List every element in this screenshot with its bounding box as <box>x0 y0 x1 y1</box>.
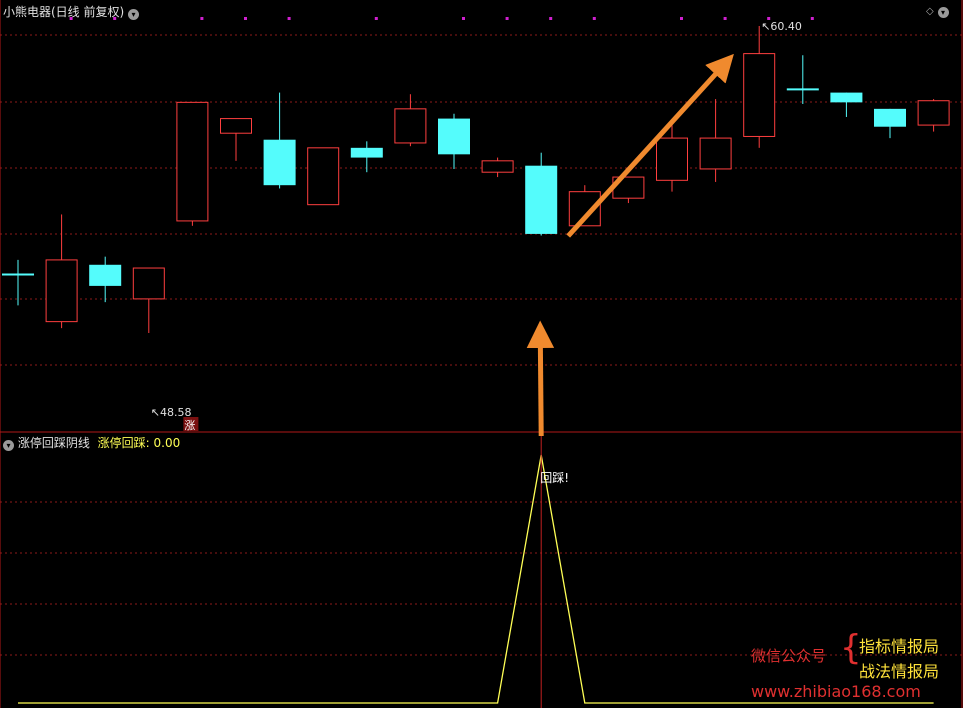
candle-body <box>874 108 906 127</box>
indicator-header: ▾ 涨停回踩阴线 涨停回踩: 0.00 <box>3 434 180 451</box>
candles[interactable] <box>2 26 950 334</box>
candle <box>220 118 252 161</box>
candle <box>917 99 950 132</box>
candle-body <box>917 100 950 126</box>
candle <box>307 147 340 206</box>
candle <box>263 92 296 189</box>
candle-body <box>656 137 688 181</box>
candle-body <box>263 139 296 186</box>
indicator-value: 0.00 <box>153 436 181 450</box>
limit-up-marker: 涨 <box>184 419 195 432</box>
chevron-down-icon[interactable]: ▾ <box>937 7 949 18</box>
candle <box>89 256 122 303</box>
candle-body <box>45 259 78 323</box>
up-arrow <box>526 320 555 437</box>
candle <box>786 55 819 104</box>
event-dot <box>374 17 378 20</box>
event-dot <box>200 17 204 20</box>
event-dot <box>244 17 247 20</box>
candle-body <box>394 108 427 144</box>
candle <box>438 113 470 169</box>
candle <box>132 267 165 334</box>
watermark-name-2: 战法情报局 <box>859 662 940 681</box>
candle-body <box>132 267 165 300</box>
chevron-down-icon[interactable]: ▾ <box>3 440 14 451</box>
candle-body <box>699 137 732 170</box>
chevron-down-icon[interactable]: ▾ <box>128 9 140 20</box>
kline-chart[interactable]: 回踩! ↖60.40↖48.58涨 <box>0 0 963 708</box>
event-dot <box>810 17 814 20</box>
indicator-value-label: 涨停回踩: <box>97 436 150 450</box>
candle-body <box>743 53 776 137</box>
indicator-name: 涨停回踩阴线 <box>17 436 90 450</box>
candle <box>699 99 732 182</box>
event-dot <box>505 17 509 20</box>
candle-body <box>307 147 340 206</box>
candle-body <box>176 101 209 222</box>
chart-header: 小熊电器(日线 前复权) ▾ <box>3 3 140 20</box>
candle-body <box>830 92 863 103</box>
candle <box>45 214 78 329</box>
annotation-arrows <box>526 53 734 437</box>
event-dot <box>592 17 596 20</box>
signal-label: 回踩! <box>540 471 569 485</box>
indicator-line: 回踩! <box>18 432 934 708</box>
candle <box>830 92 863 117</box>
price-labels: ↖60.40↖48.58涨 <box>151 20 802 432</box>
event-dot <box>462 17 465 20</box>
event-markers <box>69 17 814 20</box>
candle-body <box>350 147 383 158</box>
watermark-wechat: 微信公众号 <box>751 647 827 665</box>
candle <box>743 26 776 148</box>
watermark-url: www.zhibiao168.com <box>751 682 921 701</box>
grid-lines <box>0 0 963 708</box>
chart-title: 小熊电器(日线 前复权) <box>3 5 125 19</box>
event-dot <box>723 17 727 20</box>
candle-body <box>89 264 122 286</box>
event-dot <box>287 17 291 20</box>
candle-body <box>220 118 252 134</box>
candle-body <box>481 160 514 173</box>
event-dot <box>549 17 553 20</box>
candle <box>525 152 558 236</box>
panel-controls: ◇ ▾ <box>926 3 949 18</box>
candle-body <box>525 165 558 234</box>
event-dot <box>680 17 683 20</box>
high-price-label: ↖60.40 <box>761 20 802 33</box>
candle-body <box>438 118 470 155</box>
candle <box>176 101 209 226</box>
watermark-name-1: 指标情报局 <box>859 637 940 656</box>
candle <box>874 108 906 139</box>
candle <box>481 157 514 178</box>
diamond-icon[interactable]: ◇ <box>926 6 934 17</box>
